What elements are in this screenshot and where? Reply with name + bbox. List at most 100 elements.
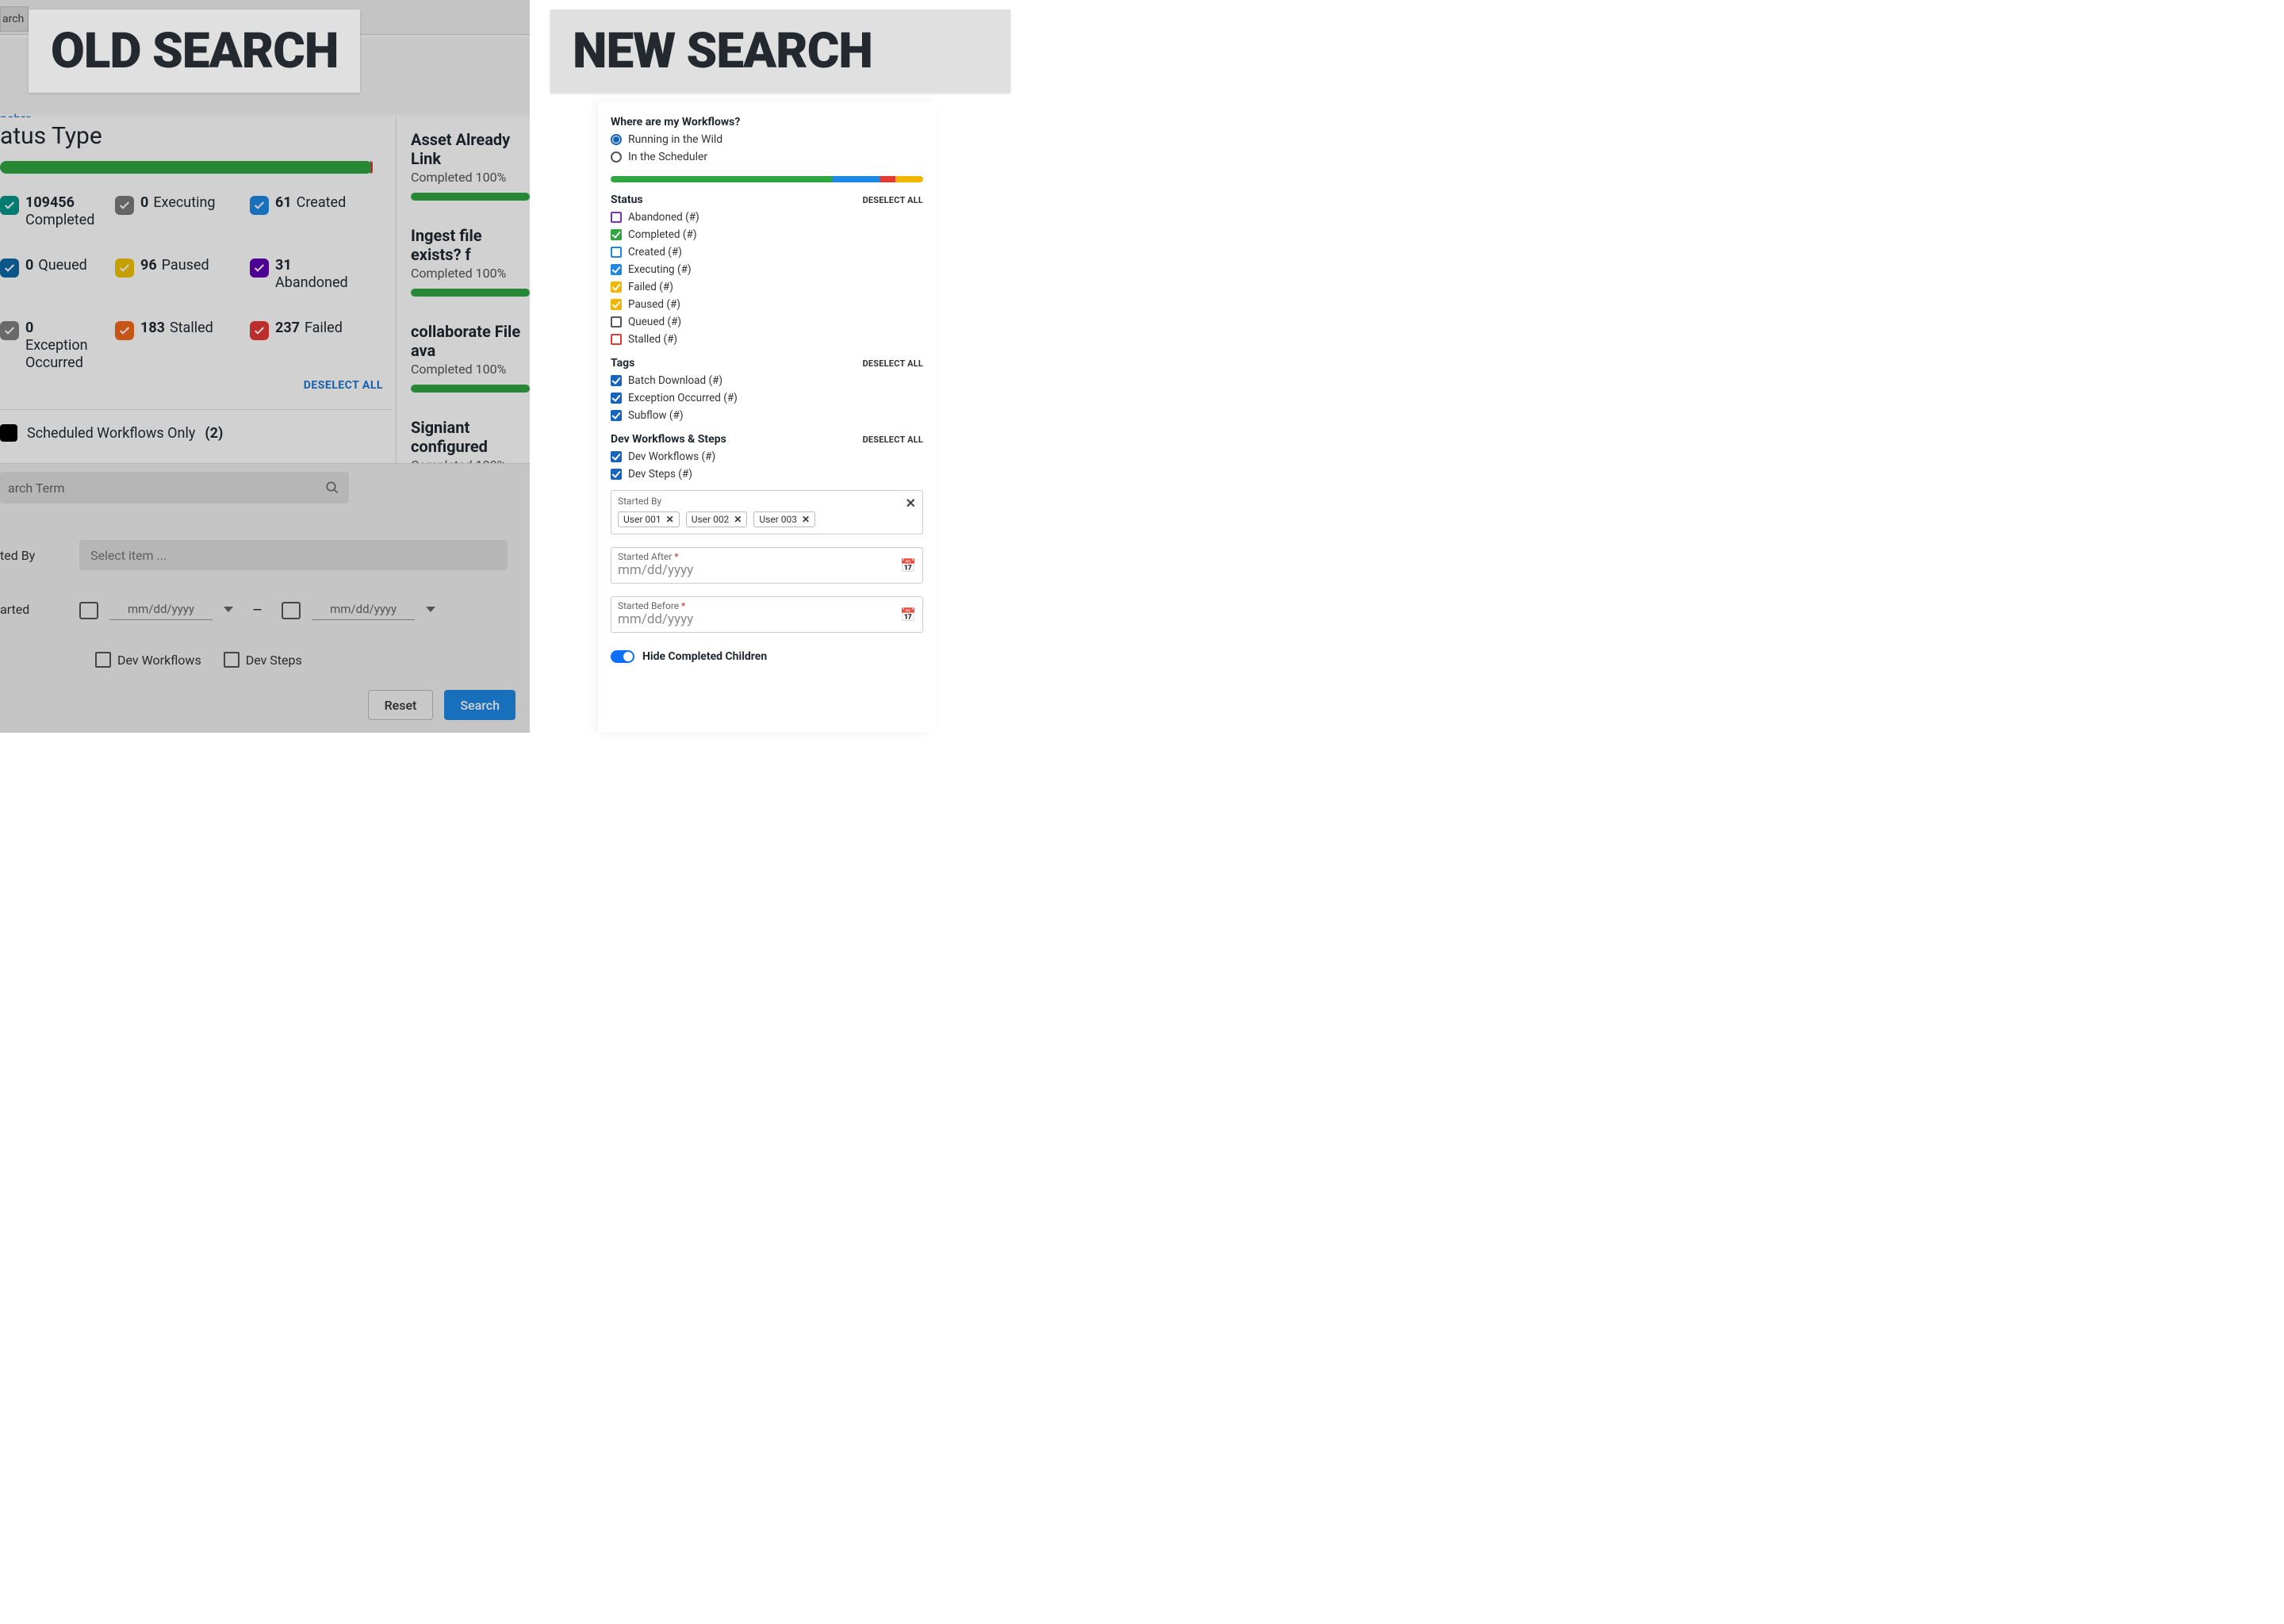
date-from[interactable]: mm/dd/yyyy [79,599,233,620]
search-button[interactable]: Search [444,690,515,720]
status-label: Completed [25,212,94,229]
dev-workflows-checkbox[interactable]: Dev Workflows [95,652,201,668]
checkbox-icon [250,321,269,340]
user-chip[interactable]: User 002✕ [686,511,748,527]
tags-heading: Tags [611,357,634,370]
status-label: Queued [38,257,86,274]
filter-label: Exception Occurred (#) [628,392,738,404]
status-filter-failed[interactable]: 237Failed [250,320,385,371]
status-filter-abandoned[interactable]: 31Abandoned [250,257,385,291]
dev-deselect-all[interactable]: DESELECT ALL [863,435,923,445]
progress-bar [411,289,530,297]
started-after-label: Started After [618,551,672,562]
reset-button[interactable]: Reset [368,690,434,720]
calendar-icon: 📅 [900,607,916,622]
workflow-subtitle: Completed 100% [411,266,530,281]
filter-failed-[interactable]: Failed (#) [611,281,923,293]
workflow-card[interactable]: Ingest file exists? fCompleted 100% [411,226,530,297]
checkbox-icon [250,259,269,278]
user-chip[interactable]: User 001 ✕ [618,511,680,527]
old-search-stub: arch [0,6,29,32]
filter-exception-occurred-[interactable]: Exception Occurred (#) [611,392,923,404]
filter-completed-[interactable]: Completed (#) [611,228,923,241]
filter-queued-[interactable]: Queued (#) [611,316,923,328]
status-filter-exception-occurred[interactable]: 0Exception Occurred [0,320,115,371]
status-filter-paused[interactable]: 96Paused [115,257,250,291]
radio-label: In the Scheduler [628,151,707,163]
workflow-subtitle: Completed 100% [411,170,530,185]
checkbox-icon [115,259,134,278]
clear-icon[interactable]: ✕ [906,496,916,511]
filter-dev-steps-[interactable]: Dev Steps (#) [611,468,923,481]
checkbox-icon [95,652,111,668]
calendar-icon [282,600,301,619]
filter-stalled-[interactable]: Stalled (#) [611,333,923,346]
filter-label: Created (#) [628,246,682,259]
filter-subflow-[interactable]: Subflow (#) [611,409,923,422]
date-from-input[interactable]: mm/dd/yyyy [109,599,213,620]
filter-abandoned-[interactable]: Abandoned (#) [611,211,923,224]
workflow-card[interactable]: Asset Already LinkCompleted 100% [411,130,530,201]
status-label: Paused [162,257,209,274]
started-by-label: Started By [618,496,916,507]
status-label: Abandoned [275,274,348,292]
checkbox-icon [0,259,19,278]
status-filter-created[interactable]: 61Created [250,194,385,228]
dev-steps-checkbox[interactable]: Dev Steps [224,652,302,668]
divider [0,409,391,410]
started-by-box[interactable]: Started By ✕ User 001✕User 002✕User 003✕ [611,490,923,534]
status-filter-queued[interactable]: 0Queued [0,257,115,291]
search-placeholder: arch Term [8,481,65,496]
filter-batch-download-[interactable]: Batch Download (#) [611,374,923,387]
old-deselect-link[interactable]: DESELECT ALL [0,379,383,392]
hide-completed-children-toggle[interactable]: Hide Completed Children [611,650,923,663]
remove-icon[interactable]: ✕ [802,514,810,525]
status-count: 61 [275,194,292,212]
segment [879,176,895,182]
checkbox-icon [611,410,622,421]
status-deselect-all[interactable]: DESELECT ALL [863,195,923,205]
started-label: arted [0,602,79,617]
filter-paused-[interactable]: Paused (#) [611,298,923,311]
radio-scheduler[interactable]: In the Scheduler [611,151,923,163]
filter-label: Failed (#) [628,281,673,293]
status-filter-executing[interactable]: 0Executing [115,194,250,228]
status-filter-stalled[interactable]: 183Stalled [115,320,250,371]
remove-icon[interactable]: ✕ [666,514,674,525]
checkbox-icon [611,229,622,240]
started-after-box[interactable]: Started After * mm/dd/yyyy 📅 [611,547,923,584]
workflow-card[interactable]: collaborate File avaCompleted 100% [411,322,530,393]
checkbox-icon [611,451,622,462]
scheduled-label: Scheduled Workflows Only [27,425,195,442]
old-status-bar [0,161,391,174]
started-by-label: ted By [0,548,79,563]
started-by-select[interactable]: Select item ... [79,540,508,570]
filter-label: Batch Download (#) [628,374,722,387]
status-heading: Status [611,193,643,206]
checkbox-icon [611,212,622,223]
checkbox-icon [0,321,19,340]
progress-bar [411,385,530,393]
tags-deselect-all[interactable]: DESELECT ALL [863,358,923,369]
user-chip[interactable]: User 003 ✕ [753,511,815,527]
old-status-heading: atus Type [0,122,391,150]
started-before-box[interactable]: Started Before * mm/dd/yyyy 📅 [611,596,923,633]
date-to[interactable]: mm/dd/yyyy [282,599,435,620]
radio-running-wild[interactable]: Running in the Wild [611,133,923,146]
chip-label: User 001 [623,514,661,525]
filter-label: Executing (#) [628,263,692,276]
remove-icon[interactable]: ✕ [734,514,742,525]
filter-created-[interactable]: Created (#) [611,246,923,259]
old-search-term-input[interactable]: arch Term [0,472,349,504]
chip-label: User 003 [759,514,797,525]
status-count: 31 [275,257,348,274]
old-search-column: OLD SEARCH arch nchro atus Type 109456Co… [0,0,530,733]
status-filter-completed[interactable]: 109456Completed [0,194,115,228]
scheduled-workflows-toggle[interactable]: Scheduled Workflows Only (2) [0,424,391,442]
checkbox-icon [611,316,622,327]
date-to-input[interactable]: mm/dd/yyyy [312,599,415,620]
filter-dev-workflows-[interactable]: Dev Workflows (#) [611,450,923,463]
checkbox-icon [0,196,19,215]
workflow-subtitle: Completed 100% [411,362,530,377]
filter-executing-[interactable]: Executing (#) [611,263,923,276]
